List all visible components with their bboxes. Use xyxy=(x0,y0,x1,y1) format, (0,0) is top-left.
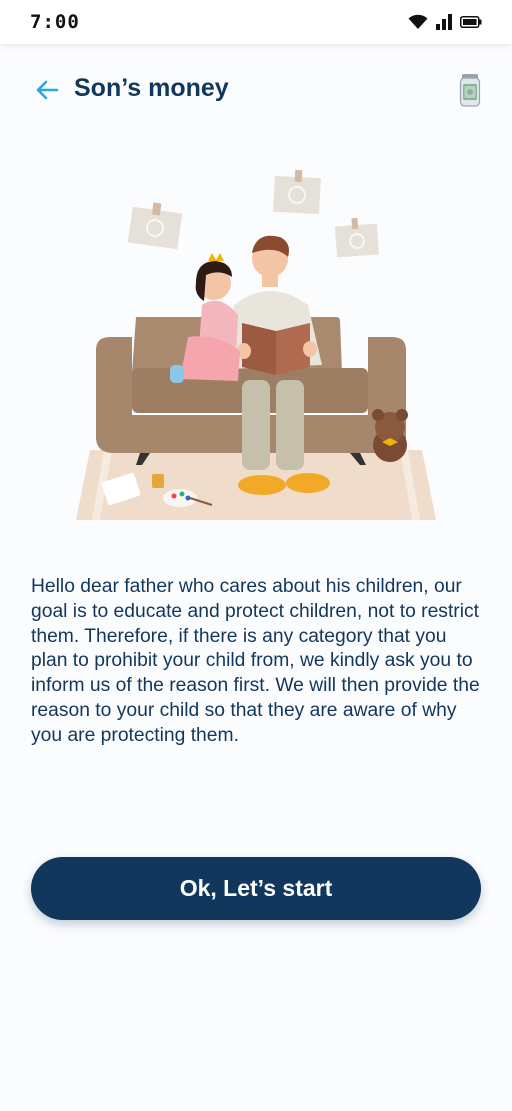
battery-icon xyxy=(460,16,482,28)
page-title: Son’s money xyxy=(74,74,229,102)
arrow-left-icon xyxy=(36,80,59,100)
status-time: 7:00 xyxy=(30,11,80,33)
signal-icon xyxy=(436,14,452,30)
start-button[interactable]: Ok, Let’s start xyxy=(31,857,481,920)
status-bar: 7:00 xyxy=(0,0,512,44)
money-jar-icon xyxy=(459,74,481,107)
back-button[interactable] xyxy=(32,76,62,104)
money-jar-button[interactable] xyxy=(458,72,482,108)
father-reading-to-daughter-illustration xyxy=(70,165,442,525)
info-message: Hello dear father who cares about his ch… xyxy=(31,576,480,746)
wifi-icon xyxy=(408,14,428,29)
app-bar: Son’s money xyxy=(0,62,512,118)
status-icons xyxy=(408,14,482,30)
